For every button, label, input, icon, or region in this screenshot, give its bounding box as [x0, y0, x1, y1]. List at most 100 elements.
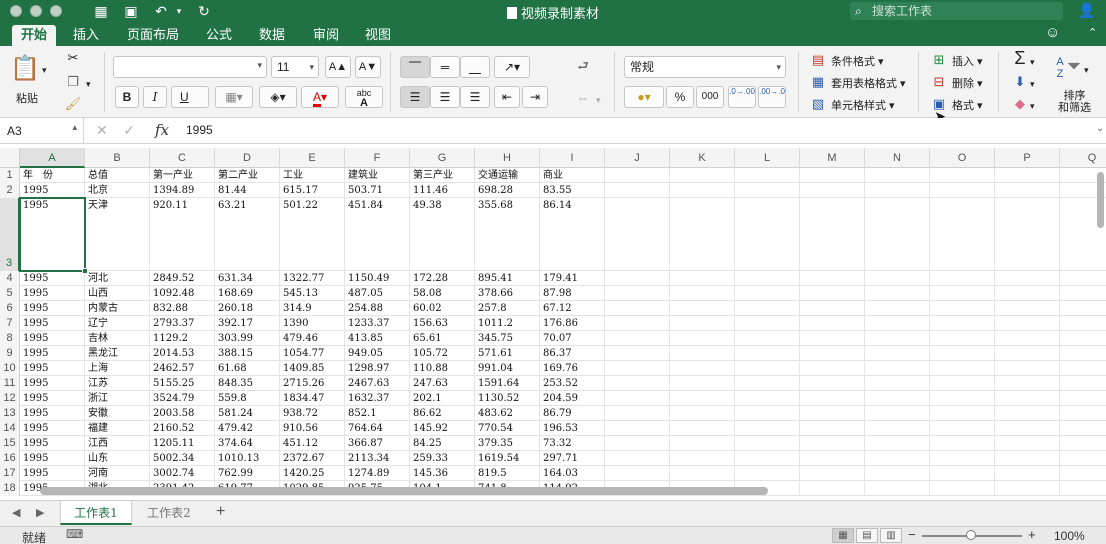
table-cell[interactable] — [1060, 316, 1106, 331]
zoom-out-button[interactable]: − — [908, 527, 916, 542]
insert-cells-button[interactable]: 插入 ▾ — [952, 53, 983, 69]
table-cell[interactable]: 254.88 — [345, 301, 410, 316]
table-cell[interactable] — [800, 451, 865, 466]
table-cell[interactable]: 70.07 — [540, 331, 605, 346]
table-cell[interactable] — [930, 301, 995, 316]
table-cell[interactable]: 上海 — [85, 361, 150, 376]
table-cell[interactable] — [800, 481, 865, 496]
align-bottom-button[interactable]: ⎽ — [460, 56, 490, 78]
horizontal-scrollbar[interactable] — [40, 487, 768, 495]
table-cell[interactable]: 819.5 — [475, 466, 540, 481]
table-cell[interactable] — [865, 391, 930, 406]
row-header[interactable]: 16 — [0, 451, 20, 466]
table-cell[interactable] — [930, 168, 995, 183]
table-cell[interactable] — [800, 301, 865, 316]
table-cell[interactable] — [605, 316, 670, 331]
table-cell[interactable]: 1995 — [20, 183, 85, 198]
table-cell[interactable]: 615.17 — [280, 183, 345, 198]
table-cell[interactable]: 169.76 — [540, 361, 605, 376]
table-cell[interactable]: 920.11 — [150, 198, 215, 271]
table-cell[interactable]: 86.14 — [540, 198, 605, 271]
borders-button[interactable]: ▦▾ — [215, 86, 253, 108]
column-header-g[interactable]: G — [410, 148, 475, 168]
table-cell[interactable]: 991.04 — [475, 361, 540, 376]
align-top-button[interactable]: ⎺ — [400, 56, 430, 78]
table-cell[interactable]: 168.69 — [215, 286, 280, 301]
table-cell[interactable]: 374.64 — [215, 436, 280, 451]
table-cell[interactable]: 1995 — [20, 316, 85, 331]
table-cell[interactable]: 156.63 — [410, 316, 475, 331]
table-cell[interactable]: 1390 — [280, 316, 345, 331]
clear-eraser-icon[interactable]: ◆ — [1010, 96, 1030, 112]
table-cell[interactable]: 49.38 — [410, 198, 475, 271]
format-cells-button[interactable]: 格式 ▾ — [952, 97, 983, 113]
table-cell[interactable]: 631.34 — [215, 271, 280, 286]
table-cell[interactable]: 253.52 — [540, 376, 605, 391]
align-left-button[interactable]: ☰ — [400, 86, 430, 108]
table-cell[interactable]: 1995 — [20, 406, 85, 421]
table-cell[interactable]: 145.36 — [410, 466, 475, 481]
table-cell[interactable]: 1322.77 — [280, 271, 345, 286]
table-cell[interactable]: 388.15 — [215, 346, 280, 361]
table-cell[interactable]: 1150.49 — [345, 271, 410, 286]
table-cell[interactable] — [800, 316, 865, 331]
decrease-decimal-button[interactable]: .00→.0 — [758, 86, 786, 108]
tab-insert[interactable]: 插入 — [66, 25, 106, 46]
table-cell[interactable]: 487.05 — [345, 286, 410, 301]
align-center-button[interactable]: ☰ — [430, 86, 460, 108]
table-cell[interactable]: 天津 — [85, 198, 150, 271]
table-cell[interactable] — [670, 346, 735, 361]
column-header-b[interactable]: B — [85, 148, 150, 168]
table-cell[interactable] — [670, 198, 735, 271]
table-cell[interactable]: 1129.2 — [150, 331, 215, 346]
table-cell[interactable]: 2113.34 — [345, 451, 410, 466]
table-cell[interactable]: 第三产业 — [410, 168, 475, 183]
table-cell[interactable]: 764.64 — [345, 421, 410, 436]
spreadsheet-grid[interactable]: ABCDEFGHIJKLMNOPQ 1年 份总值 第一产业 第二产业 工业 建筑业 第三产业… — [0, 148, 1106, 500]
table-cell[interactable] — [995, 421, 1060, 436]
table-cell[interactable]: 1010.13 — [215, 451, 280, 466]
table-cell[interactable] — [930, 481, 995, 496]
table-cell[interactable]: 172.28 — [410, 271, 475, 286]
table-cell[interactable] — [930, 391, 995, 406]
table-cell[interactable]: 2715.26 — [280, 376, 345, 391]
table-cell[interactable]: 379.35 — [475, 436, 540, 451]
align-middle-button[interactable]: ═ — [430, 56, 460, 78]
table-cell[interactable] — [605, 406, 670, 421]
table-cell[interactable] — [800, 391, 865, 406]
table-cell[interactable] — [930, 198, 995, 271]
table-cell[interactable] — [735, 316, 800, 331]
column-header-k[interactable]: K — [670, 148, 735, 168]
tab-view[interactable]: 视图 — [358, 25, 398, 46]
table-cell[interactable] — [1060, 286, 1106, 301]
normal-view-button[interactable]: ▦ — [832, 528, 854, 543]
table-cell[interactable]: 762.99 — [215, 466, 280, 481]
column-header-n[interactable]: N — [865, 148, 930, 168]
table-cell[interactable] — [995, 301, 1060, 316]
table-cell[interactable]: 259.33 — [410, 451, 475, 466]
underline-button[interactable]: U — [171, 86, 209, 108]
table-cell[interactable] — [735, 183, 800, 198]
table-cell[interactable]: 2793.37 — [150, 316, 215, 331]
table-cell[interactable] — [735, 198, 800, 271]
next-sheet-icon[interactable]: ▶ — [36, 506, 44, 519]
table-cell[interactable] — [800, 198, 865, 271]
table-cell[interactable]: 73.32 — [540, 436, 605, 451]
table-cell[interactable]: 内蒙古 — [85, 301, 150, 316]
table-cell[interactable]: 河南 — [85, 466, 150, 481]
table-cell[interactable]: 111.46 — [410, 183, 475, 198]
table-cell[interactable]: 848.35 — [215, 376, 280, 391]
table-cell[interactable] — [670, 286, 735, 301]
paste-dropdown-icon[interactable]: ▾ — [42, 62, 47, 78]
table-cell[interactable]: 3524.79 — [150, 391, 215, 406]
table-cell[interactable] — [1060, 331, 1106, 346]
tab-data[interactable]: 数据 — [252, 25, 292, 46]
align-right-button[interactable]: ☰ — [460, 86, 490, 108]
table-cell[interactable]: 87.98 — [540, 286, 605, 301]
column-header-p[interactable]: P — [995, 148, 1060, 168]
table-cell[interactable]: 商业 — [540, 168, 605, 183]
copy-icon[interactable]: ❐ — [64, 74, 82, 90]
table-cell[interactable]: 2014.53 — [150, 346, 215, 361]
table-cell[interactable]: 1011.2 — [475, 316, 540, 331]
table-cell[interactable]: 1409.85 — [280, 361, 345, 376]
